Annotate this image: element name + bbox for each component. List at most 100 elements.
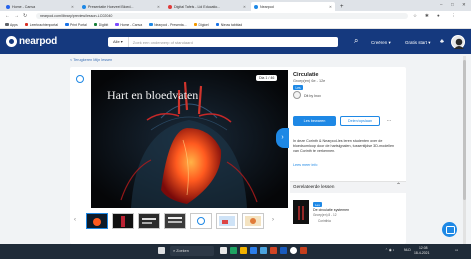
bookmark-nearpod[interactable]: Nearpod - Presenta... [149, 22, 187, 27]
bookmark-print-portal[interactable]: Print Portal [65, 23, 87, 27]
bookmark-favicon-icon [115, 22, 119, 27]
bookmark-label: Digibit [98, 22, 109, 27]
bookmark-label: Digicel [198, 22, 209, 27]
store-icon[interactable] [260, 247, 267, 254]
bookmark-label: Apps [10, 22, 18, 27]
slide-thumbnail[interactable] [86, 213, 108, 229]
new-tab-button[interactable]: + [337, 2, 345, 11]
scroll-right-icon[interactable]: › [272, 217, 274, 223]
lesson-author[interactable]: Dit by Inox [304, 94, 321, 98]
search-filter-select[interactable]: Alle ▾ [108, 37, 129, 47]
bookmark-label: Home - Canva [120, 22, 143, 27]
slide-thumbnail[interactable] [216, 213, 238, 229]
bookmark-favicon-icon [65, 22, 69, 27]
search-bar[interactable]: Alle ▾ Zoek een onderwerp of standaard [108, 37, 338, 47]
scrollbar-thumb[interactable] [463, 60, 466, 200]
canva-favicon-icon [6, 4, 10, 9]
word-icon[interactable] [280, 247, 287, 254]
chrome-icon[interactable] [290, 247, 297, 254]
file-explorer-icon[interactable] [240, 247, 247, 254]
tab-presentatie[interactable]: Presentatie Hoeveel Bloed... ✕ [79, 2, 163, 11]
lesson-description: In deze Corinth & Nearpod-les leren stud… [293, 139, 395, 154]
bookmark-nieuw-tabblad[interactable]: Nieuw tabblad [215, 22, 243, 27]
bookmark-digicel[interactable]: Digicel [193, 22, 209, 27]
apps-grid-icon [5, 22, 9, 27]
forward-icon[interactable]: → [14, 13, 19, 19]
bookmark-leerkrachtenportal[interactable]: Leerkrachtenportal [24, 23, 58, 27]
bookmark-label: Nieuw tabblad [220, 22, 243, 27]
notification-bell-icon[interactable]: ♣ [440, 39, 444, 45]
slide-thumbnail[interactable] [242, 213, 264, 229]
tab-canva[interactable]: Home - Canva ✕ [3, 2, 77, 11]
read-more-link[interactable]: Lees meer info [293, 163, 317, 167]
screen: Home - Canva ✕ Presentatie Hoeveel Bloed… [0, 0, 471, 259]
scroll-left-icon[interactable]: ‹ [74, 217, 76, 223]
star-icon[interactable]: ☆ [413, 13, 417, 19]
reload-icon[interactable]: ↻ [23, 13, 27, 19]
edge-icon[interactable] [250, 247, 257, 254]
task-view-icon[interactable] [220, 247, 227, 254]
extensions-icon[interactable]: ✱ [425, 13, 429, 19]
related-lessons-title: Gerelateerde lessen [293, 184, 335, 189]
app-icon[interactable] [230, 247, 237, 254]
related-lesson-title[interactable]: De circulatie systemen [313, 208, 349, 212]
close-tab-icon[interactable]: ✕ [241, 5, 246, 9]
taskbar-search[interactable]: ⌕ Zoeken [170, 246, 214, 256]
nearpod-favicon-icon [82, 4, 86, 9]
slide-thumbnail[interactable] [190, 213, 212, 229]
bookmark-canva[interactable]: Home - Canva [115, 23, 142, 27]
slide-preview[interactable]: Hart en bloedvaten Dia 1 / 46 [91, 70, 288, 208]
close-tab-icon[interactable]: ✕ [327, 5, 332, 9]
more-options-button[interactable]: ··· [384, 116, 394, 126]
chevron-up-icon[interactable]: ⌃ [396, 182, 401, 189]
tab-digital-tafels[interactable]: Digital Tafels - Lid Educatio... ✕ [165, 2, 249, 11]
windows-start-icon[interactable] [158, 247, 165, 254]
share-button[interactable]: Delen/opslaan [340, 116, 380, 126]
create-menu[interactable]: Creëren ▾ [371, 40, 391, 46]
nearpod-logo[interactable]: nearpod [6, 35, 57, 48]
tray-language[interactable]: NLD [404, 248, 411, 252]
slide-thumbnail[interactable] [112, 213, 134, 229]
browser-tab-bar: Home - Canva ✕ Presentatie Hoeveel Bloed… [0, 0, 471, 11]
close-tab-icon[interactable]: ✕ [155, 5, 160, 9]
menu-icon[interactable]: ⋮ [451, 13, 456, 19]
next-slide-button[interactable]: › [276, 128, 289, 148]
breadcrumb[interactable]: < Terugkeren Mijn lessen [70, 58, 112, 62]
powerpoint-icon[interactable] [300, 247, 307, 254]
office-icon[interactable] [270, 247, 277, 254]
clock-time[interactable]: 12:08 [419, 246, 428, 250]
bookmark-label: Nearpod - Presenta... [154, 22, 187, 27]
tab-nearpod[interactable]: Nearpod ✕ [251, 2, 335, 11]
bookmark-favicon-icon [149, 22, 153, 27]
bookmark-apps[interactable]: Apps [5, 23, 18, 27]
digital-tafels-favicon-icon [168, 4, 172, 9]
back-icon[interactable]: ← [5, 13, 10, 19]
close-tab-icon[interactable]: ✕ [69, 5, 74, 9]
bookmark-digibit[interactable]: Digibit [93, 22, 109, 27]
chat-icon[interactable] [442, 222, 457, 237]
close-window-icon[interactable]: ✕ [462, 2, 466, 8]
url-field[interactable]: nearpod.com/library/preview/lesson-LC020… [36, 13, 408, 19]
slide-thumbnail[interactable] [138, 213, 160, 229]
minimize-icon[interactable]: – [440, 2, 443, 7]
search-input[interactable]: Zoek een onderwerp of standaard [129, 40, 193, 45]
upgrade-link[interactable]: Gratis start ▾ [405, 40, 431, 46]
slide-thumbnail[interactable] [164, 213, 186, 229]
related-lesson-grade: Groep(en) 8 - 12 [313, 213, 337, 217]
clock-date[interactable]: 18-4-2021 [414, 251, 429, 255]
user-avatar[interactable] [451, 35, 465, 49]
maximize-icon[interactable]: □ [451, 2, 454, 7]
nearpod-logo-icon [6, 36, 17, 47]
save-lesson-button[interactable]: Les bewaren [293, 116, 336, 126]
search-icon[interactable]: ⌕ [354, 36, 358, 46]
tab-label: Nearpod [260, 4, 274, 9]
related-lesson-thumbnail[interactable] [293, 200, 309, 224]
tray-icons[interactable]: ⌃ ◉ ♪ [385, 248, 394, 252]
profile-icon[interactable]: ● [437, 13, 440, 18]
create-label: Creëren [371, 40, 388, 45]
filter-label: Alle [113, 39, 120, 44]
slide-title: Hart en bloedvaten [107, 88, 199, 102]
thumbnail-image-icon [245, 216, 261, 226]
notifications-icon[interactable]: ▭ [455, 248, 458, 252]
globe-icon[interactable] [76, 75, 84, 83]
